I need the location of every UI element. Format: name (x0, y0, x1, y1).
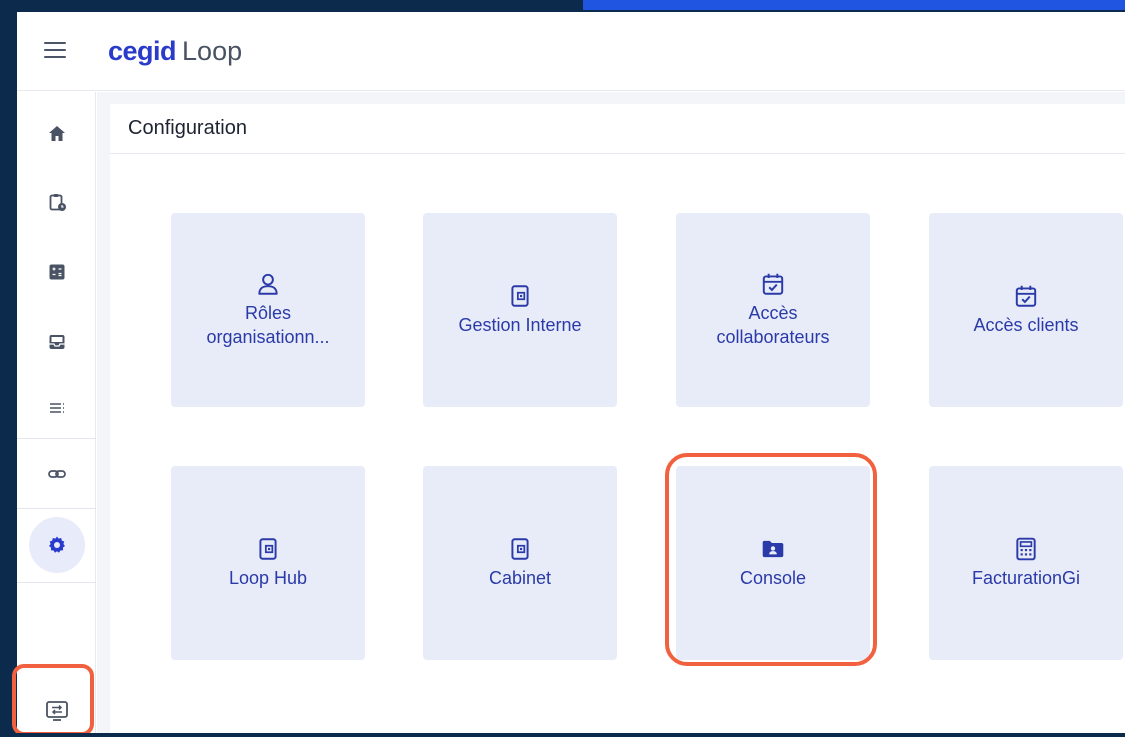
tile-facturationgi[interactable]: FacturationGi (929, 466, 1123, 660)
top-bar: cegid Loop (17, 12, 1125, 91)
tile-acces-collaborateurs[interactable]: Accès collaborateurs (676, 213, 870, 407)
folder-user-icon (762, 540, 784, 558)
background-bottom-strip (0, 733, 1125, 737)
wallet-icon (259, 538, 277, 560)
calculator-icon (49, 264, 64, 280)
calendar-check-icon (762, 273, 784, 295)
inbox-icon (49, 335, 64, 349)
background-blue-strip (583, 0, 1125, 10)
user-icon (258, 273, 278, 295)
sidebar-item-list[interactable] (17, 382, 96, 434)
sidebar-item-inbox[interactable] (17, 316, 96, 368)
sidebar-item-tasks[interactable] (17, 176, 96, 228)
app-logo: cegid Loop (108, 34, 242, 68)
menu-icon[interactable] (44, 42, 66, 60)
gear-icon (48, 536, 65, 553)
tile-label: Cabinet (488, 568, 552, 588)
sidebar-item-home[interactable] (17, 108, 96, 160)
settings-active-bg (28, 517, 85, 573)
calculator-icon (1016, 537, 1036, 561)
tile-cabinet[interactable]: Cabinet (423, 466, 617, 660)
tile-label: Loop Hub (228, 568, 308, 588)
monitor-transfer-icon (45, 700, 68, 721)
calendar-check-icon (1015, 285, 1037, 307)
tile-label: Accès collaborateurs (716, 303, 830, 347)
link-icon (47, 470, 66, 478)
tile-acces-clients[interactable]: Accès clients (929, 213, 1123, 407)
wallet-icon (511, 538, 529, 560)
home-icon (48, 126, 65, 141)
tile-label: Rôles organisationn... (206, 303, 330, 347)
tile-label: Console (739, 568, 807, 588)
sidebar-divider (17, 508, 96, 509)
sidebar-item-settings[interactable] (17, 517, 96, 573)
tile-label: Accès clients (973, 315, 1079, 335)
wallet-icon (511, 285, 529, 307)
list-icon (49, 403, 64, 413)
tile-gestion-interne[interactable]: Gestion Interne (423, 213, 617, 407)
clipboard-clock-icon (49, 194, 66, 211)
sidebar-divider (17, 438, 96, 439)
tile-roles[interactable]: Rôles organisationn... (171, 213, 365, 407)
sidebar-item-calculator[interactable] (17, 246, 96, 298)
sidebar (17, 92, 96, 733)
tile-label: Gestion Interne (458, 315, 582, 335)
tile-console[interactable]: Console (676, 466, 870, 660)
sidebar-item-links[interactable] (17, 448, 96, 500)
sidebar-bottom-tool[interactable] (17, 688, 96, 733)
tile-loop-hub[interactable]: Loop Hub (171, 466, 365, 660)
tile-label: FacturationGi (971, 568, 1081, 588)
sidebar-divider (17, 582, 96, 583)
brand-loop: Loop (182, 36, 243, 66)
brand-cegid: cegid (108, 36, 177, 66)
page-title: Configuration (110, 104, 1125, 154)
